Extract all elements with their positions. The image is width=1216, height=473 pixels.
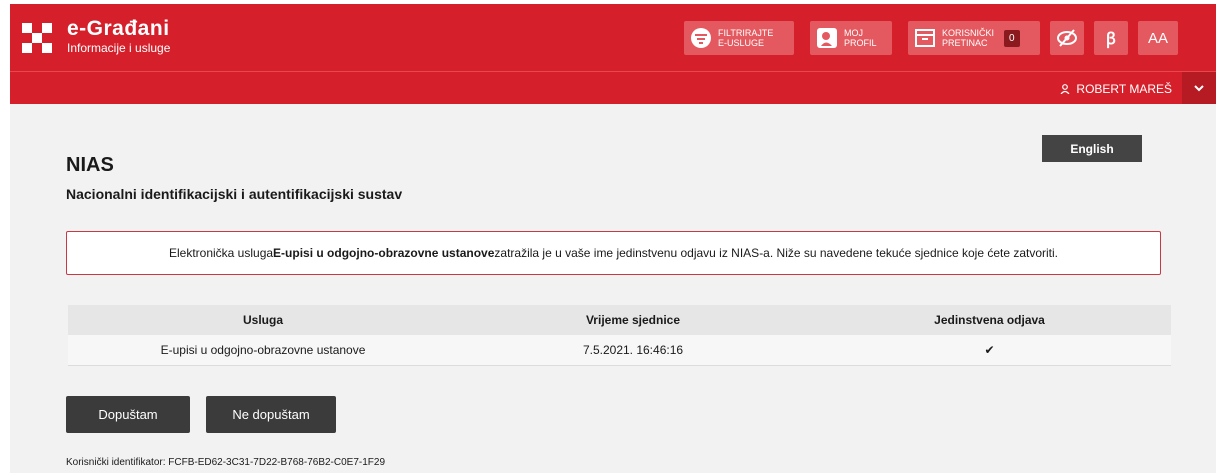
profile-icon — [810, 21, 844, 55]
column-header-session-time: Vrijeme sjednice — [585, 313, 681, 327]
eye-slash-icon — [1057, 29, 1077, 47]
user-inbox-button[interactable]: KORISNIČKI PRETINAC 0 — [908, 21, 1040, 55]
page-frame: e-Građani Informacije i usluge FILTRIRAJ… — [10, 4, 1216, 473]
brand-title[interactable]: e-Građani — [67, 17, 170, 41]
dyslexic-font-button[interactable]: ꞵ — [1094, 21, 1128, 55]
cell-session-time: 7.5.2021. 16:46:16 — [458, 335, 808, 366]
allow-button[interactable]: Dopuštam — [66, 396, 190, 433]
checkmark-icon: ✔ — [808, 335, 1171, 366]
font-size-button[interactable]: AA — [1138, 21, 1178, 55]
user-identifier: Korisnički identifikator: FCFB-ED62-3C31… — [66, 457, 386, 468]
notice-service-name: E-upisi u odgojno-obrazovne ustanove — [273, 246, 495, 260]
inbox-count-badge: 0 — [1004, 29, 1020, 47]
user-bar: ROBERT MAREŠ — [10, 71, 1216, 104]
inbox-icon — [908, 21, 942, 55]
page-title: NIAS — [66, 154, 114, 176]
brand-subtitle: Informacije i usluge — [67, 41, 171, 55]
table-row: E-upisi u odgojno-obrazovne ustanove 7.5… — [68, 335, 1171, 366]
top-header: e-Građani Informacije i usluge FILTRIRAJ… — [10, 4, 1216, 71]
user-name: ROBERT MAREŠ — [1076, 82, 1172, 96]
table-header-row: Usluga Vrijeme sjednice Jedinstvena odja… — [68, 305, 1171, 335]
user-menu-toggle[interactable] — [1182, 72, 1216, 104]
user-menu[interactable]: ROBERT MAREŠ — [1060, 82, 1172, 96]
filter-icon — [684, 21, 718, 55]
chevron-down-icon — [1194, 85, 1204, 92]
user-icon — [1060, 84, 1070, 94]
logo-icon[interactable] — [22, 23, 52, 53]
column-header-service: Usluga — [242, 313, 283, 327]
page-subtitle: Nacionalni identifikacijski i autentifik… — [66, 186, 403, 202]
column-header-single-logout: Jedinstvena odjava — [934, 313, 1045, 327]
accessibility-toggle-button[interactable] — [1050, 21, 1084, 55]
sessions-table: Usluga Vrijeme sjednice Jedinstvena odja… — [68, 305, 1171, 366]
logout-notice: Elektronička usluga E-upisi u odgojno-ob… — [66, 231, 1161, 275]
filter-services-button[interactable]: FILTRIRAJTE E-USLUGE — [684, 21, 794, 55]
language-button[interactable]: English — [1042, 135, 1142, 162]
cell-service: E-upisi u odgojno-obrazovne ustanove — [68, 335, 458, 366]
my-profile-button[interactable]: MOJ PROFIL — [810, 21, 892, 55]
deny-button[interactable]: Ne dopuštam — [206, 396, 336, 433]
